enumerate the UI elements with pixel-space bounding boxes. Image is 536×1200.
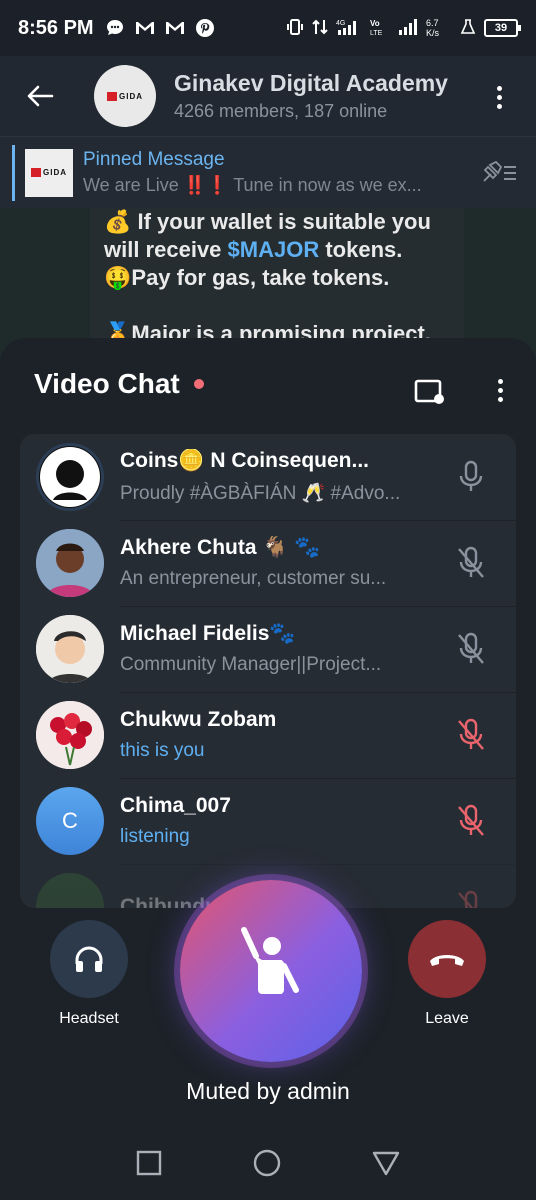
hang-up-icon xyxy=(430,955,464,966)
avatar xyxy=(36,443,104,511)
gida-logo: GIDA xyxy=(107,91,143,101)
pinned-body: We are Live ‼️❗ Tune in now as we ex... xyxy=(83,175,422,195)
raise-hand-icon xyxy=(241,927,299,994)
message-line: will receive $MAJOR tokens. xyxy=(104,237,403,262)
participant-name: Chukwu Zobam xyxy=(120,708,277,731)
signal-icon xyxy=(398,18,418,39)
status-time: 8:56 PM xyxy=(18,16,94,39)
headset-button[interactable] xyxy=(50,920,128,998)
group-avatar[interactable]: GIDA xyxy=(94,65,156,127)
leave-label: Leave xyxy=(425,1010,469,1027)
participant-name: Chima_007 xyxy=(120,794,231,817)
mic-muted-red-icon[interactable] xyxy=(456,718,486,752)
more-options-button[interactable] xyxy=(484,82,514,112)
avatar xyxy=(36,529,104,597)
mic-muted-icon[interactable] xyxy=(456,632,486,666)
message-bubble[interactable]: 💰 If your wallet is suitable you will re… xyxy=(90,208,464,358)
participant-row[interactable]: Akhere Chuta 🐐 🐾 An entrepreneur, custom… xyxy=(20,520,516,606)
mic-muted-icon[interactable] xyxy=(456,546,486,580)
major-link[interactable]: $MAJOR xyxy=(228,237,320,262)
headset-label: Headset xyxy=(59,1010,119,1027)
participant-about: Community Manager||Project... xyxy=(120,654,382,675)
pinned-title: Pinned Message xyxy=(83,149,225,170)
group-title: Ginakev Digital Academy xyxy=(174,70,448,96)
chat-background: 💰 If your wallet is suitable you will re… xyxy=(0,208,536,358)
participant-name: Akhere Chuta 🐐 🐾 xyxy=(120,536,321,559)
data-transfer-icon xyxy=(312,18,328,39)
mic-muted-red-icon[interactable] xyxy=(456,804,486,838)
arrow-left-icon xyxy=(27,85,54,107)
net-speed: 6.7 K/s xyxy=(426,18,440,38)
square-icon xyxy=(136,1150,161,1175)
volte-icon: Vo LTE xyxy=(370,18,390,39)
vibrate-icon xyxy=(286,18,304,39)
participant-name: Michael Fidelis🐾 xyxy=(120,622,296,645)
mic-icon[interactable] xyxy=(456,460,486,494)
signal-4g-icon: 4G xyxy=(336,18,362,39)
battery-level: 39 xyxy=(494,22,508,34)
screen-share-icon xyxy=(414,379,444,404)
participant-row[interactable]: Michael Fidelis🐾 Community Manager||Proj… xyxy=(20,606,516,692)
participant-about: An entrepreneur, customer su... xyxy=(120,568,387,589)
pinned-message-bar[interactable]: GIDA Pinned Message We are Live ‼️❗ Tune… xyxy=(0,136,536,208)
participant-about: Proudly #ÀGBÀFIÁN 🥂 #Advo... xyxy=(120,483,401,504)
svg-text:LTE: LTE xyxy=(370,30,383,36)
system-nav-bar xyxy=(0,1130,536,1200)
recent-apps-button[interactable] xyxy=(136,1150,162,1181)
svg-text:Vo: Vo xyxy=(370,19,380,28)
home-button[interactable] xyxy=(253,1149,281,1182)
participant-about: listening xyxy=(120,826,190,847)
video-chat-title: Video Chat xyxy=(34,368,180,399)
video-chat-sheet: Video Chat Coins🪙 N Coinsequen... Proudl… xyxy=(0,338,536,1200)
status-bar: 8:56 PM 4G Vo LTE 6.7 K/s 39 xyxy=(0,0,536,56)
back-nav-button[interactable] xyxy=(372,1150,400,1181)
pin-list-icon[interactable] xyxy=(480,159,518,192)
message-line: 🤑Pay for gas, take tokens. xyxy=(104,265,390,290)
avatar-initial: C xyxy=(62,808,78,833)
message-line: 💰 If your wallet is suitable you xyxy=(104,209,431,234)
circle-icon xyxy=(253,1149,281,1176)
pinned-indicator xyxy=(12,144,15,201)
participant-row[interactable]: Coins🪙 N Coinsequen... Proudly #ÀGBÀFIÁN… xyxy=(20,434,516,520)
leave-button[interactable] xyxy=(408,920,486,998)
avatar xyxy=(36,873,104,908)
live-dot xyxy=(193,379,204,389)
screen-share-button[interactable] xyxy=(414,378,444,404)
muted-status: Muted by admin xyxy=(186,1078,350,1104)
alarm-icon xyxy=(460,18,476,39)
back-button[interactable] xyxy=(0,56,80,136)
gmail-icon-2 xyxy=(164,17,186,39)
participant-about: this is you xyxy=(120,740,205,761)
participant-row[interactable]: Chukwu Zobam this is you xyxy=(20,692,516,778)
triangle-back-icon xyxy=(373,1151,400,1175)
avatar: C xyxy=(36,787,104,855)
chat-notification-icon xyxy=(104,17,126,39)
avatar xyxy=(36,701,104,769)
mic-muted-red-icon[interactable] xyxy=(456,890,486,908)
raise-hand-button[interactable] xyxy=(180,880,362,1062)
video-chat-options-button[interactable] xyxy=(488,374,512,406)
chat-header: GIDA Ginakev Digital Academy 4266 member… xyxy=(0,56,536,136)
group-subtitle: 4266 members, 187 online xyxy=(174,101,388,121)
participant-row[interactable]: C Chima_007 listening xyxy=(20,778,516,864)
participant-name: Coins🪙 N Coinsequen... xyxy=(120,449,369,472)
gmail-icon xyxy=(134,17,156,39)
participants-list[interactable]: Coins🪙 N Coinsequen... Proudly #ÀGBÀFIÁN… xyxy=(20,434,516,908)
pinned-thumbnail: GIDA xyxy=(25,148,73,197)
headphones-icon xyxy=(75,946,103,972)
chat-title-block[interactable]: Ginakev Digital Academy 4266 members, 18… xyxy=(174,70,464,122)
pinterest-icon xyxy=(194,17,216,39)
battery-indicator: 39 xyxy=(484,19,521,37)
avatar xyxy=(36,615,104,683)
svg-text:4G: 4G xyxy=(336,20,345,27)
